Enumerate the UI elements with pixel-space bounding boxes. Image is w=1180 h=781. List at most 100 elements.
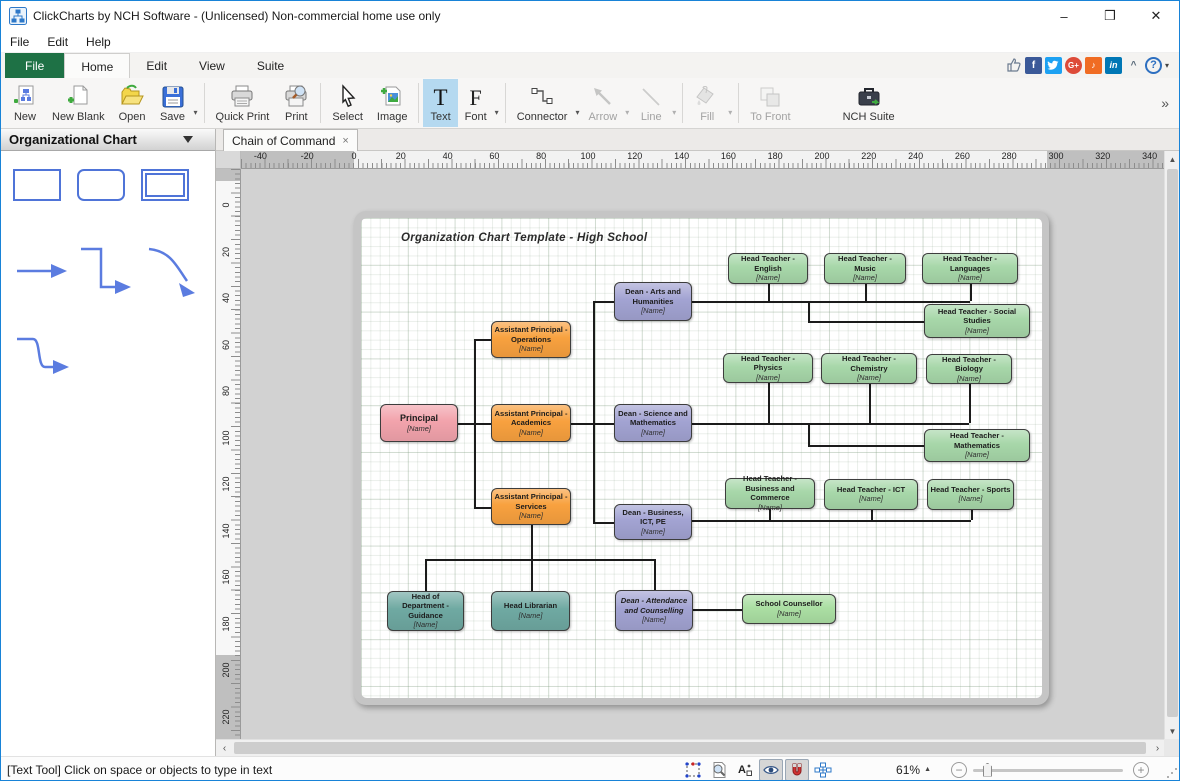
- org-node-ap-services[interactable]: Assistant Principal - Services[Name]: [491, 488, 571, 525]
- connector-line[interactable]: [692, 423, 969, 425]
- shape-panel-header[interactable]: Organizational Chart: [1, 129, 215, 151]
- linkedin-icon[interactable]: in: [1105, 57, 1122, 74]
- arrow-dropdown-icon[interactable]: ▾: [625, 108, 629, 117]
- twitter-icon[interactable]: [1045, 57, 1062, 74]
- org-node-ht-social-studies[interactable]: Head Teacher - Social Studies[Name]: [924, 304, 1030, 338]
- connector-line[interactable]: [425, 559, 654, 561]
- line-dropdown-icon[interactable]: ▾: [672, 108, 676, 117]
- zoom-page-button[interactable]: [707, 759, 731, 781]
- quick-print-button[interactable]: Quick Print: [209, 79, 277, 127]
- text-button[interactable]: T Text: [423, 79, 457, 127]
- shape-double-rectangle[interactable]: [141, 169, 189, 201]
- menu-edit[interactable]: Edit: [38, 32, 77, 52]
- zoom-value[interactable]: 61%: [896, 763, 920, 777]
- connector-line[interactable]: [692, 301, 970, 303]
- connector-line[interactable]: [474, 339, 476, 507]
- connector-line[interactable]: [808, 445, 924, 447]
- connector-line[interactable]: [871, 510, 873, 520]
- connector-line[interactable]: [808, 301, 810, 321]
- horizontal-scroll-thumb[interactable]: [234, 742, 1146, 754]
- tab-edit[interactable]: Edit: [130, 53, 183, 78]
- nch-suite-button[interactable]: NCH Suite: [836, 79, 902, 127]
- chart-title[interactable]: Organization Chart Template - High Schoo…: [401, 232, 647, 244]
- tab-home[interactable]: Home: [64, 53, 130, 78]
- org-node-ht-music[interactable]: Head Teacher - Music[Name]: [824, 253, 906, 284]
- fill-button[interactable]: Fill: [687, 79, 727, 127]
- new-blank-button[interactable]: New Blank: [45, 79, 112, 127]
- vertical-scroll-thumb[interactable]: [1167, 169, 1178, 717]
- connector-line[interactable]: [531, 525, 533, 559]
- print-button[interactable]: Print: [276, 79, 316, 127]
- org-node-ht-business-commerce[interactable]: Head Teacher - Business and Commerce[Nam…: [725, 478, 815, 509]
- org-node-ht-physics[interactable]: Head Teacher - Physics[Name]: [723, 353, 813, 383]
- shape-straight-arrow[interactable]: [17, 264, 67, 278]
- connector-line[interactable]: [474, 507, 491, 509]
- save-dropdown-icon[interactable]: ▾: [194, 108, 198, 117]
- horizontal-scrollbar[interactable]: ‹ ›: [216, 739, 1166, 756]
- close-tab-icon[interactable]: ×: [342, 135, 348, 147]
- chevron-down-icon[interactable]: [183, 136, 193, 143]
- connector-line[interactable]: [971, 510, 973, 520]
- org-node-dean-science[interactable]: Dean - Science and Mathematics[Name]: [614, 404, 692, 442]
- connector-dropdown-icon[interactable]: ▾: [575, 108, 579, 117]
- document-tab[interactable]: Chain of Command ×: [223, 129, 358, 151]
- connector-line[interactable]: [865, 284, 867, 301]
- connector-button[interactable]: Connector: [510, 79, 575, 127]
- connector-line[interactable]: [693, 609, 742, 611]
- connector-line[interactable]: [808, 321, 924, 323]
- resize-grip[interactable]: [1163, 768, 1175, 780]
- org-node-ht-mathematics[interactable]: Head Teacher - Mathematics[Name]: [924, 429, 1030, 462]
- org-node-ap-operations[interactable]: Assistant Principal - Operations[Name]: [491, 321, 571, 358]
- org-node-head-librarian[interactable]: Head Librarian[Name]: [491, 591, 570, 631]
- collapse-ribbon-icon[interactable]: ^: [1125, 57, 1142, 74]
- maximize-button[interactable]: ❒: [1087, 1, 1133, 31]
- close-button[interactable]: ✕: [1133, 1, 1179, 31]
- org-node-ht-languages[interactable]: Head Teacher - Languages[Name]: [922, 253, 1018, 284]
- shape-rounded-rectangle[interactable]: [77, 169, 125, 201]
- image-button[interactable]: Image: [370, 79, 415, 127]
- zoom-slider[interactable]: [973, 762, 1123, 778]
- menu-file[interactable]: File: [1, 32, 38, 52]
- org-node-school-counsellor[interactable]: School Counsellor[Name]: [742, 594, 836, 624]
- connector-line[interactable]: [869, 384, 871, 423]
- zoom-out-button[interactable]: −: [951, 762, 967, 778]
- help-icon[interactable]: ?: [1145, 57, 1162, 74]
- auto-layout-button[interactable]: [811, 759, 835, 781]
- tab-file[interactable]: File: [5, 53, 64, 78]
- snap-text-button[interactable]: A: [733, 759, 757, 781]
- zoom-slider-thumb[interactable]: [983, 763, 992, 777]
- connector-line[interactable]: [768, 383, 770, 423]
- connector-line[interactable]: [593, 301, 614, 303]
- connector-line[interactable]: [654, 559, 656, 590]
- connector-line[interactable]: [692, 520, 971, 522]
- select-button[interactable]: Select: [325, 79, 370, 127]
- shape-s-arrow[interactable]: [17, 339, 69, 374]
- scroll-up-icon[interactable]: ▲: [1165, 151, 1180, 167]
- line-button[interactable]: Line: [631, 79, 671, 127]
- org-node-ap-academics[interactable]: Assistant Principal - Academics[Name]: [491, 404, 571, 442]
- org-node-principal[interactable]: Principal[Name]: [380, 404, 458, 442]
- connector-line[interactable]: [425, 559, 427, 591]
- org-node-dean-attendance[interactable]: Dean - Attendance and Counselling[Name]: [615, 590, 693, 631]
- help-caret-icon[interactable]: ▾: [1165, 61, 1169, 70]
- org-node-ht-chemistry[interactable]: Head Teacher - Chemistry[Name]: [821, 353, 917, 384]
- connector-line[interactable]: [593, 522, 614, 524]
- tab-view[interactable]: View: [183, 53, 241, 78]
- google-plus-icon[interactable]: G+: [1065, 57, 1082, 74]
- font-dropdown-icon[interactable]: ▾: [495, 108, 499, 117]
- visibility-button[interactable]: [759, 759, 783, 781]
- connector-line[interactable]: [970, 284, 972, 301]
- zoom-caret-icon[interactable]: ▲: [924, 766, 931, 773]
- font-button[interactable]: F Font: [458, 79, 494, 127]
- fill-dropdown-icon[interactable]: ▾: [728, 108, 732, 117]
- org-node-dean-arts[interactable]: Dean - Arts and Humanities[Name]: [614, 282, 692, 321]
- org-node-dean-business[interactable]: Dean - Business, ICT, PE[Name]: [614, 504, 692, 540]
- connector-line[interactable]: [969, 384, 971, 423]
- vertical-scrollbar[interactable]: ▲ ▼: [1164, 151, 1179, 739]
- like-icon[interactable]: [1006, 57, 1022, 73]
- org-node-hod-guidance[interactable]: Head of Department - Guidance[Name]: [387, 591, 464, 631]
- shape-elbow-arrow[interactable]: [81, 249, 131, 294]
- open-button[interactable]: Open: [112, 79, 153, 127]
- scroll-down-icon[interactable]: ▼: [1165, 723, 1180, 739]
- new-button[interactable]: New: [5, 79, 45, 127]
